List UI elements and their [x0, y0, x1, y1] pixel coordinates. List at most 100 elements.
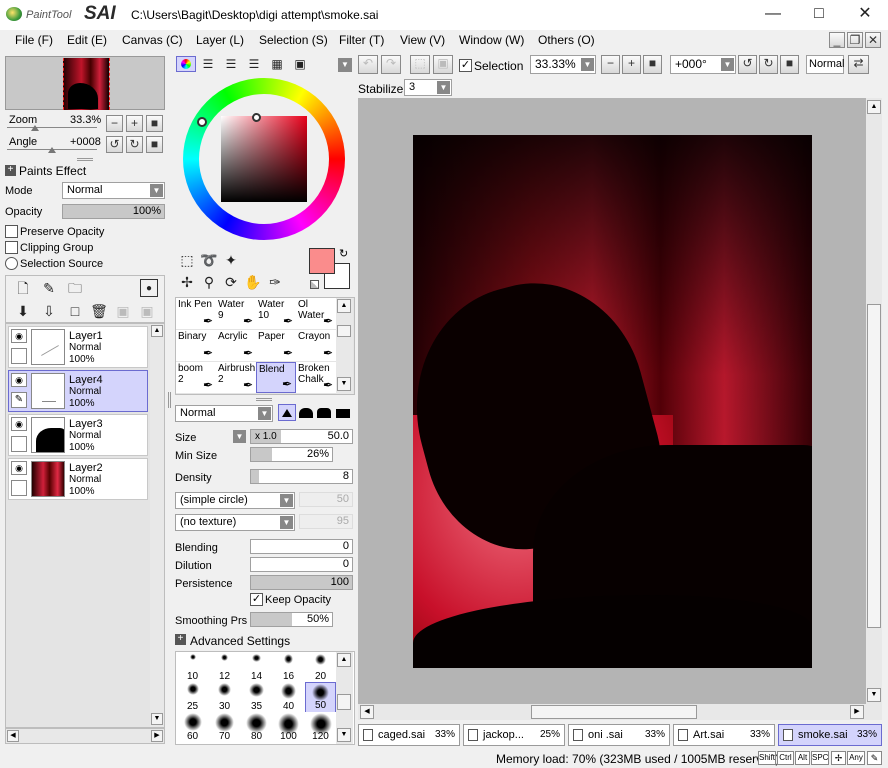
- minimize-icon[interactable]: —: [750, 0, 796, 30]
- scroll-up-icon[interactable]: ▲: [337, 653, 351, 667]
- rotate-icon[interactable]: ⟳: [222, 273, 240, 291]
- preserve-opacity-checkbox[interactable]: [5, 225, 18, 238]
- move-icon[interactable]: ✢: [178, 273, 196, 291]
- tool-preset[interactable]: Acrylic ✒: [216, 330, 256, 361]
- canvas-rotate-right-button[interactable]: ↻: [759, 55, 778, 74]
- maximize-icon[interactable]: □: [796, 0, 842, 30]
- redo-button[interactable]: ↷: [381, 55, 401, 74]
- delete-layer-icon[interactable]: 🗑: [90, 302, 108, 320]
- hand-icon[interactable]: ✋: [244, 273, 262, 291]
- invert-selection-button[interactable]: ▣: [433, 55, 453, 74]
- document-tab-active[interactable]: smoke.sai 33%: [778, 724, 882, 746]
- menu-window[interactable]: Window (W): [459, 33, 524, 47]
- canvas-angle-select[interactable]: +000° ▼: [670, 55, 736, 74]
- menu-view[interactable]: View (V): [400, 33, 445, 47]
- menu-selection[interactable]: Selection (S): [259, 33, 328, 47]
- canvas-zoom-out-button[interactable]: −: [601, 55, 620, 74]
- tool-preset[interactable]: Paper ✒: [256, 330, 296, 361]
- rotate-right-button[interactable]: ↻: [126, 136, 143, 153]
- scroll-up-icon[interactable]: ▲: [151, 325, 163, 337]
- magic-wand-icon[interactable]: ✦: [222, 251, 240, 269]
- stabilizer-select[interactable]: 3 ▼: [404, 79, 452, 96]
- brush-texture-select[interactable]: (no texture) ▼: [175, 514, 295, 531]
- brush-size-preset[interactable]: 120: [305, 712, 336, 743]
- panel-splitter[interactable]: [168, 392, 171, 408]
- primary-color-swatch[interactable]: [309, 248, 335, 274]
- canvas-hscroll-thumb[interactable]: [531, 705, 697, 719]
- pencil-icon[interactable]: ✎: [11, 392, 27, 408]
- persistence-slider[interactable]: 100: [250, 575, 353, 590]
- scroll-up-icon[interactable]: ▲: [337, 299, 351, 313]
- canvas-zoom-reset-button[interactable]: ■: [643, 55, 662, 74]
- scroll-up-icon[interactable]: ▲: [867, 100, 881, 114]
- density-slider[interactable]: 8: [250, 469, 353, 484]
- edge-hardness-3-icon[interactable]: [317, 408, 331, 418]
- menu-filter[interactable]: Filter (T): [339, 33, 384, 47]
- brush-size-preset[interactable]: 80: [241, 712, 272, 743]
- canvas-zoom-select[interactable]: 33.33% ▼: [530, 55, 596, 74]
- zoom-icon[interactable]: ⚲: [200, 273, 218, 291]
- size-slider[interactable]: x 1.0 50.0: [250, 429, 353, 444]
- selection-source-radio[interactable]: [5, 257, 18, 270]
- brush-size-preset[interactable]: 10: [177, 652, 208, 683]
- document-tab[interactable]: oni .sai 33%: [568, 724, 670, 746]
- layer-item[interactable]: ◉ Layer2 Normal 100%: [8, 458, 148, 500]
- brush-size-preset[interactable]: 30: [209, 682, 240, 713]
- tool-preset[interactable]: Airbrush 2 ✒: [216, 362, 256, 393]
- transfer-down-icon[interactable]: ⬇: [14, 302, 32, 320]
- scroll-left-icon[interactable]: ◀: [7, 730, 19, 742]
- swap-colors-icon[interactable]: ↻: [339, 247, 348, 260]
- tool-preset[interactable]: Ink Pen ✒: [176, 298, 216, 329]
- tool-preset[interactable]: Water 10 ✒: [256, 298, 296, 329]
- layer-lock-toggle[interactable]: [11, 436, 27, 452]
- tool-preset[interactable]: Blend ✒: [256, 362, 296, 393]
- artwork-canvas[interactable]: [413, 135, 812, 668]
- scroll-left-icon[interactable]: ◀: [360, 705, 374, 719]
- layer-opacity-slider[interactable]: 100%: [62, 204, 165, 219]
- mdi-restore-icon[interactable]: ❐: [847, 32, 863, 48]
- brush-size-preset[interactable]: 50: [305, 682, 336, 713]
- scroll-thumb[interactable]: [337, 325, 351, 337]
- eyedropper-icon[interactable]: ✑: [266, 273, 284, 291]
- view-mode-select[interactable]: Normal: [806, 55, 844, 74]
- layer-list-hscroll[interactable]: [5, 728, 165, 744]
- document-tab[interactable]: Art.sai 33%: [673, 724, 775, 746]
- edge-hardness-4-icon[interactable]: [336, 409, 350, 418]
- color-tab-mixer-icon[interactable]: ☰: [245, 55, 263, 73]
- dilution-slider[interactable]: 0: [250, 557, 353, 572]
- deselect-button[interactable]: ⬚: [410, 55, 430, 74]
- advanced-settings-label[interactable]: Advanced Settings: [190, 634, 290, 648]
- merge-down-icon[interactable]: ⇩: [40, 302, 58, 320]
- layer-mode-select[interactable]: Normal ▼: [62, 182, 165, 199]
- paints-effect-expand-icon[interactable]: +: [5, 165, 16, 176]
- rotate-left-button[interactable]: ↺: [106, 136, 123, 153]
- menu-layer[interactable]: Layer (L): [196, 33, 244, 47]
- brush-size-preset[interactable]: 12: [209, 652, 240, 683]
- brush-size-preset[interactable]: 40: [273, 682, 304, 713]
- color-tab-scratch-icon[interactable]: ▣: [291, 55, 309, 73]
- edge-hardness-2-icon[interactable]: [299, 408, 313, 418]
- color-tab-rgb-icon[interactable]: ☰: [199, 55, 217, 73]
- menu-edit[interactable]: Edit (E): [67, 33, 107, 47]
- min-size-slider[interactable]: 26%: [250, 447, 333, 462]
- tool-preset[interactable]: Broken Chalk ✒: [296, 362, 336, 393]
- rotate-reset-button[interactable]: ■: [146, 136, 163, 153]
- clipping-group-checkbox[interactable]: [5, 241, 18, 254]
- close-icon[interactable]: ✕: [842, 0, 888, 30]
- layer-list-scrollbar[interactable]: [150, 324, 164, 727]
- brush-size-preset[interactable]: 70: [209, 712, 240, 743]
- layer-item[interactable]: ◉ Layer1 Normal 100%: [8, 326, 148, 368]
- brush-size-preset[interactable]: 60: [177, 712, 208, 743]
- tool-preset[interactable]: Water 9 ✒: [216, 298, 256, 329]
- navigator-preview[interactable]: [5, 56, 165, 110]
- document-tab[interactable]: jackop... 25%: [463, 724, 565, 746]
- brush-size-preset[interactable]: 35: [241, 682, 272, 713]
- tool-preset[interactable]: Binary ✒: [176, 330, 216, 361]
- splitter-grip[interactable]: [256, 398, 272, 401]
- document-tab[interactable]: caged.sai 33%: [358, 724, 460, 746]
- brush-mode-select[interactable]: Normal ▼: [175, 405, 273, 422]
- splitter-grip[interactable]: [77, 158, 93, 161]
- visibility-eye-icon[interactable]: ◉: [11, 373, 27, 387]
- size-multiplier-dropdown[interactable]: ▼: [233, 430, 246, 443]
- tool-preset[interactable]: Crayon ✒: [296, 330, 336, 361]
